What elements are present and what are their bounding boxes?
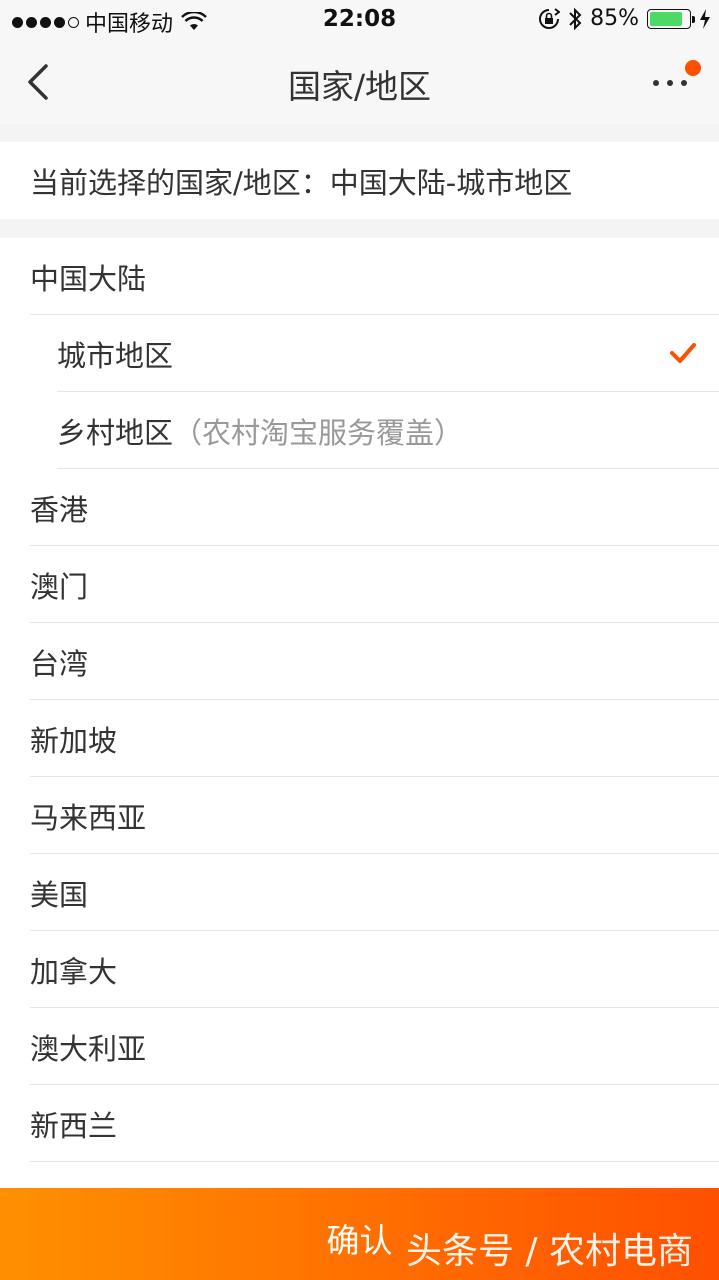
list-item-hongkong[interactable]: 香港	[0, 469, 719, 546]
nav-bar: 国家/地区	[0, 40, 719, 124]
watermark: 头条号 / 农村电商	[405, 1231, 693, 1272]
region-list: 中国大陆 城市地区 乡村地区 （农村淘宝服务覆盖） 香港 澳门 台湾 新加坡 马…	[0, 238, 719, 1280]
confirm-bar[interactable]: 确认 头条号 / 农村电商	[0, 1188, 719, 1280]
list-item-label: 香港	[30, 492, 89, 527]
list-item-malaysia[interactable]: 马来西亚	[0, 777, 719, 854]
status-right: 85%	[538, 6, 711, 31]
status-bar: 中国移动 22:08 85%	[0, 0, 719, 40]
list-item-label: 加拿大	[30, 954, 118, 989]
list-item-label: 马来西亚	[30, 800, 147, 835]
list-item-rural[interactable]: 乡村地区 （农村淘宝服务覆盖）	[0, 392, 719, 469]
battery-icon	[647, 8, 695, 29]
list-item-taiwan[interactable]: 台湾	[0, 623, 719, 700]
list-item-label: 新西兰	[30, 1108, 118, 1143]
checkmark-icon	[670, 343, 696, 363]
list-item-city[interactable]: 城市地区	[0, 315, 719, 392]
current-selection: 当前选择的国家/地区：中国大陆-城市地区	[0, 142, 719, 219]
more-menu-button[interactable]	[651, 60, 701, 96]
notification-badge	[685, 60, 701, 76]
list-item-usa[interactable]: 美国	[0, 854, 719, 931]
list-item-label: 中国大陆	[30, 261, 147, 296]
list-item-label: 乡村地区	[57, 415, 174, 450]
rotation-lock-icon	[539, 7, 561, 29]
list-item-canada[interactable]: 加拿大	[0, 931, 719, 1008]
list-item-label: 澳门	[30, 569, 89, 604]
list-item-macau[interactable]: 澳门	[0, 546, 719, 623]
list-item-label: 新加坡	[30, 723, 118, 758]
list-item-label: 城市地区	[57, 338, 174, 373]
list-item-label: 澳大利亚	[30, 1031, 147, 1066]
list-item-label: 美国	[30, 877, 89, 912]
list-item-newzealand[interactable]: 新西兰	[0, 1085, 719, 1162]
list-item-australia[interactable]: 澳大利亚	[0, 1008, 719, 1085]
bluetooth-icon	[569, 7, 582, 30]
list-item-note: （农村淘宝服务覆盖）	[173, 415, 464, 450]
page-title: 国家/地区	[287, 67, 432, 106]
list-item-label: 台湾	[30, 646, 89, 681]
battery-percentage: 85%	[590, 6, 639, 31]
list-item-china-mainland[interactable]: 中国大陆	[0, 238, 719, 315]
list-item-singapore[interactable]: 新加坡	[0, 700, 719, 777]
charging-icon	[700, 8, 710, 29]
